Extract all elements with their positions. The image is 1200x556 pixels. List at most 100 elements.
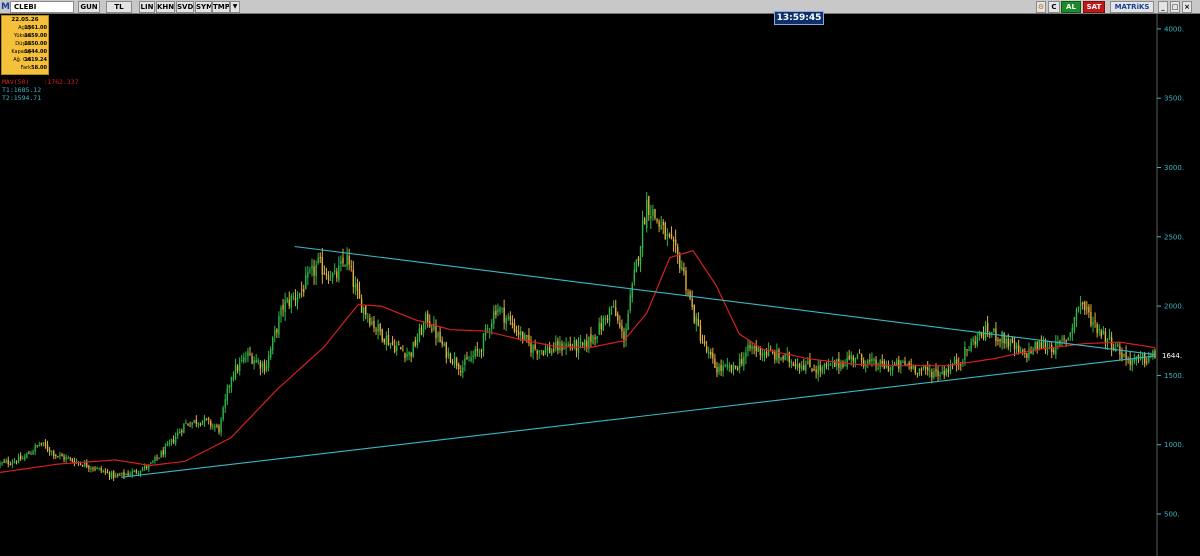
candle-body: [152, 461, 154, 463]
ohlc-date: 22.05.26: [11, 17, 39, 23]
candle-body: [505, 317, 507, 324]
t2-indicator-label: T2:1594.71: [2, 94, 42, 102]
candle-body: [26, 453, 28, 458]
candle-body: [974, 341, 976, 345]
candle-body: [1148, 357, 1150, 362]
candle-body: [714, 358, 716, 368]
candle-body: [143, 465, 146, 469]
candle-body: [683, 268, 685, 272]
candle-body: [327, 275, 330, 281]
candle-body: [743, 357, 745, 367]
svd-button[interactable]: SVD: [176, 1, 194, 13]
candle-body: [1013, 341, 1016, 350]
candle-body: [792, 363, 795, 366]
candle-body: [660, 225, 662, 230]
candle-body: [612, 305, 615, 308]
candle-body: [881, 360, 883, 364]
candle-body: [53, 451, 55, 456]
candle-body: [362, 307, 365, 315]
candle-body: [69, 458, 71, 460]
candle-body: [34, 445, 36, 452]
candle-body: [1121, 352, 1123, 359]
candle-body: [470, 357, 472, 362]
candle-body: [716, 366, 718, 373]
candle-body: [817, 366, 819, 375]
candle-body: [232, 376, 235, 380]
candle-body: [643, 218, 646, 225]
matriks-brand-button[interactable]: MATRiKS: [1110, 1, 1154, 13]
sell-button[interactable]: SAT: [1083, 1, 1105, 13]
candle-body: [910, 364, 912, 369]
candle-body: [249, 353, 251, 355]
candle-body: [784, 353, 786, 361]
candle-body: [763, 352, 766, 355]
candle-body: [856, 354, 859, 360]
candle-body: [1106, 338, 1109, 343]
candle-body: [162, 450, 164, 455]
c-button[interactable]: C: [1048, 1, 1060, 13]
candle-body: [594, 337, 596, 340]
candle-body: [241, 360, 243, 362]
candle-body: [869, 360, 871, 362]
candle-body: [59, 455, 61, 457]
candle-body: [371, 321, 373, 325]
candle-body: [40, 443, 43, 445]
candle-body: [581, 342, 584, 346]
candle-body: [687, 292, 689, 294]
candle-body: [365, 305, 367, 315]
candle-body: [451, 361, 454, 363]
buy-button[interactable]: AL: [1061, 1, 1081, 13]
candle-body: [608, 308, 611, 322]
candle-body: [9, 464, 12, 466]
period-gun-button[interactable]: GUN: [78, 1, 100, 13]
candle-body: [726, 364, 728, 367]
candle-body: [210, 421, 212, 427]
candle-body: [1032, 348, 1034, 355]
candle-body: [584, 339, 586, 347]
candle-body: [280, 307, 282, 316]
candle-body: [218, 425, 220, 433]
lin-button[interactable]: LIN: [139, 1, 155, 13]
candle-body: [387, 334, 390, 345]
candle-body: [238, 362, 241, 371]
candle-body: [846, 357, 848, 368]
candle-body: [658, 221, 660, 227]
symbol-input[interactable]: CLEBI: [10, 1, 74, 13]
candle-body: [112, 471, 115, 478]
currency-tl-button[interactable]: TL: [106, 1, 132, 13]
candle-body: [507, 317, 509, 319]
khn-button[interactable]: KHN: [156, 1, 175, 13]
candle-body: [460, 371, 462, 373]
candle-body: [606, 319, 609, 321]
candle-body: [821, 367, 824, 373]
candle-body: [553, 349, 555, 351]
candle-body: [712, 352, 714, 359]
candle-body: [418, 327, 421, 341]
tmp-button[interactable]: TMP: [212, 1, 230, 13]
candle-body: [439, 331, 441, 343]
candle-body: [1005, 338, 1007, 344]
candle-body: [263, 362, 266, 372]
trendlines[interactable]: [121, 245, 1156, 478]
candle-body: [908, 362, 910, 366]
tmp-dropdown-chevron-icon[interactable]: ▼: [230, 1, 240, 13]
candle-body: [852, 356, 855, 361]
candle-body: [532, 345, 534, 353]
candle-body: [1073, 317, 1076, 331]
candle-body: [1108, 335, 1111, 340]
candle-body: [639, 246, 642, 265]
candle-body: [176, 432, 179, 436]
candle-body: [216, 425, 218, 427]
minimize-icon[interactable]: _: [1158, 1, 1168, 13]
candle-body: [319, 256, 321, 259]
maximize-icon[interactable]: □: [1170, 1, 1180, 13]
close-icon[interactable]: ×: [1182, 1, 1192, 13]
settings-icon[interactable]: ⚙: [1036, 1, 1046, 13]
sym-button[interactable]: SYM: [195, 1, 212, 13]
candle-body: [548, 346, 551, 353]
candle-body: [811, 368, 813, 372]
price-chart[interactable]: 500. 1000. 1500. 2000. 2500. 3000. 3500. 4000. 1…: [0, 0, 1200, 556]
candle-body: [515, 330, 518, 332]
candle-body: [168, 442, 171, 445]
candle-body: [265, 366, 268, 371]
